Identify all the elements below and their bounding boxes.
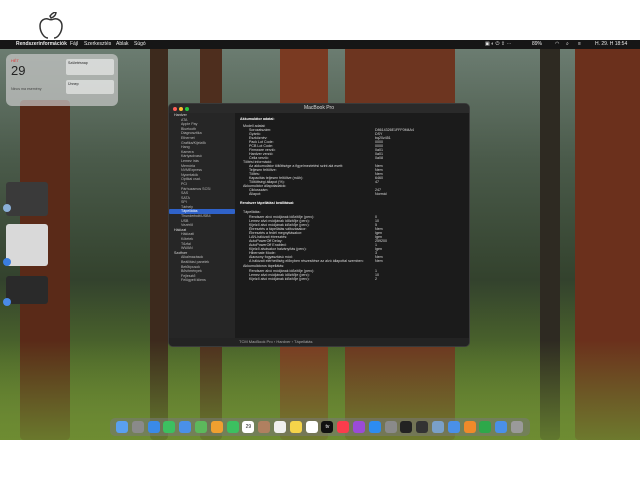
calendar-widget[interactable]: HÉT 29 Nincs ma esemény Születésnap Ünne… [6, 54, 118, 106]
info-value: Normál [375, 192, 387, 196]
widget-event: Születésnap [66, 59, 114, 75]
wifi-icon[interactable]: ◠ [555, 40, 559, 49]
info-label: A hálózati elérhetőség előnyben részesít… [249, 259, 364, 263]
stage-thumbnail[interactable] [6, 276, 48, 304]
widget-day-number: 29 [11, 63, 26, 78]
search-icon[interactable]: ⌕ [566, 40, 569, 49]
freeform-icon[interactable] [305, 421, 318, 433]
safari-icon[interactable] [147, 421, 160, 433]
trash-icon[interactable] [511, 421, 523, 433]
info-label: Rendszer tápellátási beállításai: [240, 201, 295, 205]
numbers-icon[interactable] [479, 421, 492, 433]
info-label: Tápellátás: [243, 210, 261, 214]
zoom-icon[interactable] [185, 107, 189, 111]
terminal-icon[interactable] [400, 421, 413, 433]
music-icon[interactable] [337, 421, 350, 433]
battery-percent[interactable]: 89% [532, 40, 542, 49]
settings-icon[interactable] [384, 421, 397, 433]
preview-icon[interactable] [432, 421, 444, 433]
window-titlebar[interactable]: MacBook Pro [169, 104, 469, 113]
maps-icon[interactable] [195, 421, 207, 433]
photos-icon[interactable] [210, 421, 223, 433]
info-value: 2 [375, 277, 377, 281]
menu-help[interactable]: Súgó [134, 40, 146, 49]
launchpad-icon[interactable] [131, 421, 144, 433]
finder-icon[interactable] [116, 421, 128, 433]
activity-icon[interactable] [416, 421, 429, 433]
facetime-icon[interactable] [226, 421, 239, 433]
finder-badge-icon [3, 298, 11, 306]
sidebar-item[interactable]: Felügyelt kliens [169, 278, 235, 283]
appstore-icon[interactable] [368, 421, 381, 433]
content-pane: Akkumulátor adatai: Modell adatai: Sorozat… [235, 113, 469, 338]
stage-thumbnail[interactable] [6, 224, 48, 266]
menu-file[interactable]: Fájl [70, 40, 78, 49]
menu-bar: Rendszerinformációk Fájl Szerkesztés Abl… [0, 40, 640, 49]
info-value: Nem [375, 259, 383, 263]
control-center-icon[interactable]: ≡ [578, 40, 581, 49]
menu-app-name[interactable]: Rendszerinformációk [16, 40, 67, 49]
apple-logo-icon [39, 12, 63, 39]
reminders-icon[interactable] [274, 421, 286, 433]
info-label: Állapot: [249, 192, 261, 196]
widget-no-events: Nincs ma esemény [11, 87, 42, 91]
menu-edit[interactable]: Szerkesztés [84, 40, 111, 49]
safari-badge-icon [3, 258, 11, 266]
pages-icon[interactable] [463, 421, 476, 433]
menu-datetime[interactable]: H. 29. H 18:54 [595, 40, 627, 49]
info-label: Kijelző alvó módjának időzítője (perc): [249, 277, 310, 281]
widget-event: Ünnep [66, 80, 114, 94]
keynote-icon[interactable] [447, 421, 460, 433]
dock: 29 tv [110, 418, 530, 436]
contacts-icon[interactable] [258, 421, 271, 433]
system-information-window[interactable]: MacBook Pro Hardver ATA Apple Pay Bluetooth… [168, 103, 470, 347]
close-icon[interactable] [173, 107, 177, 111]
window-title: MacBook Pro [303, 105, 334, 111]
tv-icon[interactable]: tv [321, 421, 334, 433]
status-icons[interactable]: ▣ ◐ ⏻ ⇪ ⋯ [485, 40, 511, 49]
info-label: Akkumulátoros tápellátás: [243, 264, 285, 268]
info-value: 47 [375, 180, 379, 184]
messages-icon[interactable] [163, 421, 176, 433]
path-bar: TCM MacBook Pro › Hardver › Tápellátás [169, 338, 469, 346]
downloads-icon[interactable] [495, 421, 508, 433]
app-badge-icon [3, 204, 11, 212]
mail-icon[interactable] [179, 421, 192, 433]
calendar-icon[interactable]: 29 [242, 421, 255, 433]
stage-thumbnail[interactable] [6, 182, 48, 216]
desktop: Rendszerinformációk Fájl Szerkesztés Abl… [0, 40, 640, 440]
info-label: Akkumulátor adatai: [240, 117, 275, 121]
info-value: 0a08 [375, 156, 383, 160]
notes-icon[interactable] [289, 421, 302, 433]
menu-window[interactable]: Ablak [116, 40, 129, 49]
podcasts-icon[interactable] [353, 421, 365, 433]
sidebar[interactable]: Hardver ATA Apple Pay Bluetooth Diagnosztika… [169, 113, 235, 338]
minimize-icon[interactable] [179, 107, 183, 111]
